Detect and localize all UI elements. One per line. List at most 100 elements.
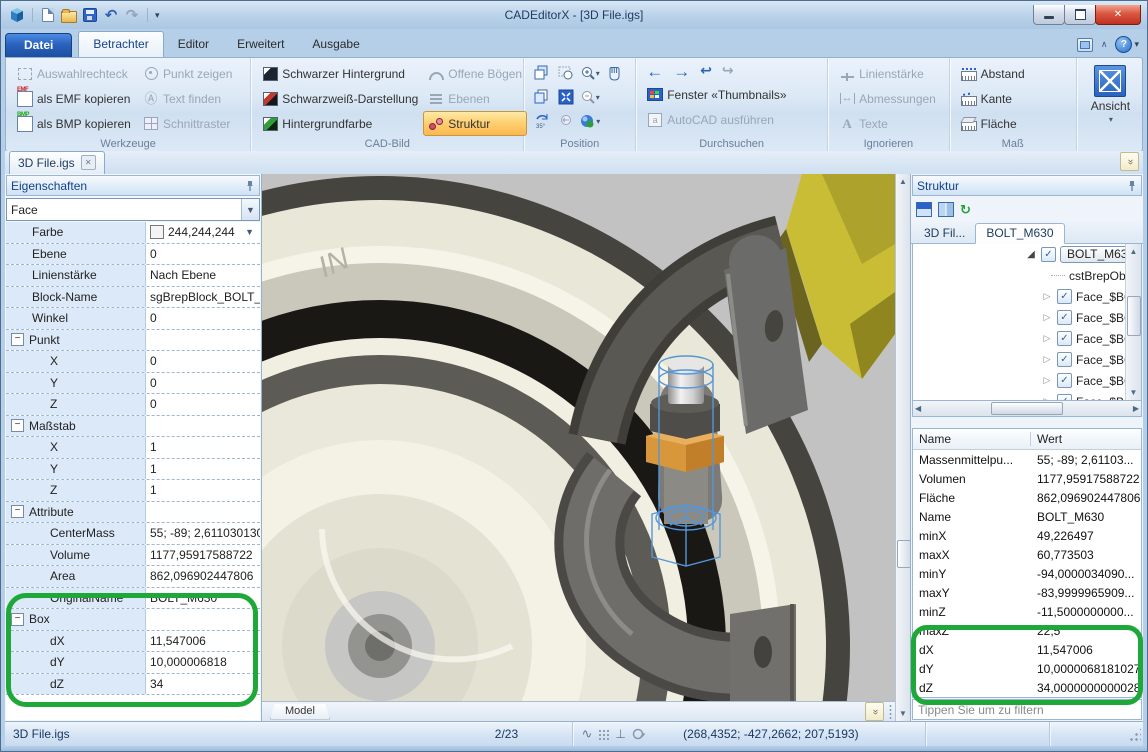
property-row-x[interactable]: X0 bbox=[6, 351, 260, 373]
auswahlrechteck-button[interactable]: Auswahlrechteck bbox=[12, 61, 138, 86]
linienstaerke-button[interactable]: Linienstärke bbox=[834, 61, 944, 86]
scroll-up-icon[interactable]: ▲ bbox=[896, 174, 910, 189]
tab-bolt-m630[interactable]: BOLT_M630 bbox=[975, 223, 1064, 244]
attribute-row-minx[interactable]: minX49,226497 bbox=[913, 526, 1141, 545]
struktur-toggle-button[interactable]: Struktur bbox=[423, 111, 527, 136]
collapsed-icon[interactable]: ▷ bbox=[1041, 333, 1053, 344]
tab-editor[interactable]: Editor bbox=[164, 32, 223, 57]
restore-button[interactable] bbox=[1064, 5, 1096, 25]
tree-node-face-bce7[interactable]: ▷✓Face_$BCE7 bbox=[913, 370, 1141, 391]
property-row-y[interactable]: Y1 bbox=[6, 459, 260, 481]
tab-ausgabe[interactable]: Ausgabe bbox=[298, 32, 373, 57]
texte-button[interactable]: ATexte bbox=[834, 111, 944, 136]
close-document-icon[interactable]: ✕ bbox=[81, 155, 96, 170]
property-section-attribute[interactable]: −Attribute bbox=[6, 502, 260, 524]
scroll-down-icon[interactable]: ▼ bbox=[1127, 385, 1141, 400]
checkbox-checked[interactable]: ✓ bbox=[1041, 247, 1056, 262]
help-icon[interactable]: ? bbox=[1115, 36, 1132, 53]
copy-view-button[interactable] bbox=[530, 85, 554, 109]
scroll-left-icon[interactable]: ◀ bbox=[915, 404, 921, 413]
property-value[interactable]: 0 bbox=[146, 351, 260, 372]
model-tab[interactable]: Model bbox=[270, 704, 330, 720]
tree-node-face-bce5[interactable]: ▷✓Face_$BCE5 bbox=[913, 349, 1141, 370]
title-bar[interactable]: ↶ ↷ ▾ CADEditorX - [3D File.igs] ✕ bbox=[1, 1, 1147, 29]
property-value[interactable]: 0 bbox=[146, 373, 260, 394]
collapsed-icon[interactable]: ▷ bbox=[1041, 354, 1053, 365]
attribute-row-maxz[interactable]: maxZ22,5 bbox=[913, 621, 1141, 640]
attribute-row-volumen[interactable]: Volumen1177,95917588722 bbox=[913, 469, 1141, 488]
split-vertical-icon[interactable] bbox=[938, 202, 954, 217]
tab-datei[interactable]: Datei bbox=[5, 33, 72, 57]
attribute-row-maxy[interactable]: maxY-83,9999965909... bbox=[913, 583, 1141, 602]
attribute-row-miny[interactable]: minY-94,0000034090... bbox=[913, 564, 1141, 583]
tree-node-face-bce9[interactable]: ▷✓Face_$BCE9 bbox=[913, 391, 1141, 401]
refresh-icon[interactable]: ↻ bbox=[960, 203, 971, 216]
checkbox-checked[interactable]: ✓ bbox=[1057, 394, 1072, 401]
checkbox-checked[interactable]: ✓ bbox=[1057, 289, 1072, 304]
attribute-row-dx[interactable]: dX11,547006 bbox=[913, 640, 1141, 659]
ansicht-dropdown-icon[interactable]: ▾ bbox=[1109, 115, 1113, 124]
scrollbar-thumb[interactable] bbox=[991, 402, 1063, 415]
schnittraster-button[interactable]: Schnittraster bbox=[138, 111, 237, 136]
property-row-dx[interactable]: dX11,547006 bbox=[6, 631, 260, 653]
close-button[interactable]: ✕ bbox=[1095, 5, 1141, 25]
new-file-button[interactable] bbox=[40, 7, 56, 23]
document-tab[interactable]: 3D File.igs ✕ bbox=[9, 151, 105, 174]
tab-erweitert[interactable]: Erweitert bbox=[223, 32, 298, 57]
offene-boegen-button[interactable]: Offene Bögen bbox=[423, 61, 527, 86]
checkbox-checked[interactable]: ✓ bbox=[1057, 352, 1072, 367]
collapse-icon[interactable]: − bbox=[11, 419, 24, 432]
tree-node-face-bcdf[interactable]: ▷✓Face_$BCDF bbox=[913, 286, 1141, 307]
flaeche-button[interactable]: Fläche bbox=[956, 111, 1072, 136]
tree-node-bolt-m630[interactable]: ◢✓BOLT_M630 bbox=[913, 244, 1141, 265]
property-value[interactable]: 1 bbox=[146, 437, 260, 458]
tree-node-face-bce3[interactable]: ▷✓Face_$BCE3 bbox=[913, 328, 1141, 349]
attribute-row-maxx[interactable]: maxX60,773503 bbox=[913, 545, 1141, 564]
nav-forward-icon[interactable]: → bbox=[673, 63, 690, 80]
app-logo-icon[interactable] bbox=[9, 7, 25, 23]
property-row-dy[interactable]: dY10,000006818 bbox=[6, 652, 260, 674]
attributes-table-header[interactable]: Name Wert bbox=[913, 429, 1141, 450]
property-value[interactable]: Nach Ebene bbox=[146, 265, 260, 286]
rotate-angle-button[interactable]: 35° bbox=[530, 109, 554, 133]
property-row-centermass[interactable]: CenterMass55; -89; 2,6110301303 bbox=[6, 523, 260, 545]
property-value[interactable]: 1 bbox=[146, 480, 260, 501]
nav-return-forward-icon[interactable]: ↪ bbox=[722, 63, 734, 80]
property-section-box[interactable]: −Box bbox=[6, 609, 260, 631]
property-row-z[interactable]: Z1 bbox=[6, 480, 260, 502]
dropdown-arrow-icon[interactable]: ▼ bbox=[245, 227, 260, 237]
tree-node-cstbrepobjecttopolog[interactable]: cstBrepObjectTopolog bbox=[913, 265, 1141, 286]
property-value[interactable]: 244,244,244▼ bbox=[146, 222, 260, 243]
property-row-dz[interactable]: dZ34 bbox=[6, 674, 260, 696]
scrollbar-thumb[interactable] bbox=[1127, 296, 1141, 336]
als-emf-kopieren-button[interactable]: als EMF kopieren bbox=[12, 86, 138, 111]
property-value[interactable]: 1177,95917588722 bbox=[146, 545, 260, 566]
property-value[interactable]: 11,547006 bbox=[146, 631, 260, 652]
dropdown-arrow-icon[interactable]: ▾ bbox=[596, 93, 600, 102]
previous-view-button[interactable] bbox=[554, 109, 578, 133]
checkbox-checked[interactable]: ✓ bbox=[1057, 331, 1072, 346]
checkbox-checked[interactable]: ✓ bbox=[1057, 310, 1072, 325]
property-row-farbe[interactable]: Farbe244,244,244▼ bbox=[6, 222, 260, 244]
customize-qat-dropdown[interactable]: ▾ bbox=[155, 10, 160, 21]
property-value[interactable] bbox=[146, 502, 260, 523]
split-horizontal-icon[interactable] bbox=[916, 202, 932, 217]
ansicht-button[interactable]: Ansicht ▾ bbox=[1083, 61, 1138, 124]
hintergrundfarbe-button[interactable]: Hintergrundfarbe bbox=[257, 111, 423, 136]
expanded-icon[interactable]: ◢ bbox=[1025, 249, 1037, 260]
autocad-ausfuehren-button[interactable]: aAutoCAD ausführen bbox=[642, 107, 823, 132]
resize-grip[interactable] bbox=[1129, 727, 1142, 741]
nav-return-icon[interactable]: ↩ bbox=[700, 63, 712, 80]
attribute-row-massenmittelpu[interactable]: Massenmittelpu...55; -89; 2,61103... bbox=[913, 450, 1141, 469]
dropdown-arrow-icon[interactable]: ▾ bbox=[596, 117, 600, 126]
tab-betrachter[interactable]: Betrachter bbox=[78, 31, 163, 57]
entity-type-select[interactable]: Face ▼ bbox=[6, 198, 260, 221]
viewport-3d-render[interactable]: IN bbox=[262, 174, 895, 701]
fit-to-window-button[interactable] bbox=[554, 85, 578, 109]
collapsed-icon[interactable]: ▷ bbox=[1041, 312, 1053, 323]
property-value[interactable]: 862,096902447806 bbox=[146, 566, 260, 587]
redo-button[interactable]: ↷ bbox=[124, 7, 140, 23]
rotate-view-button[interactable] bbox=[530, 61, 554, 85]
paint-icon[interactable] bbox=[632, 728, 645, 741]
property-row-originalname[interactable]: OriginalNameBOLT_M630 bbox=[6, 588, 260, 610]
